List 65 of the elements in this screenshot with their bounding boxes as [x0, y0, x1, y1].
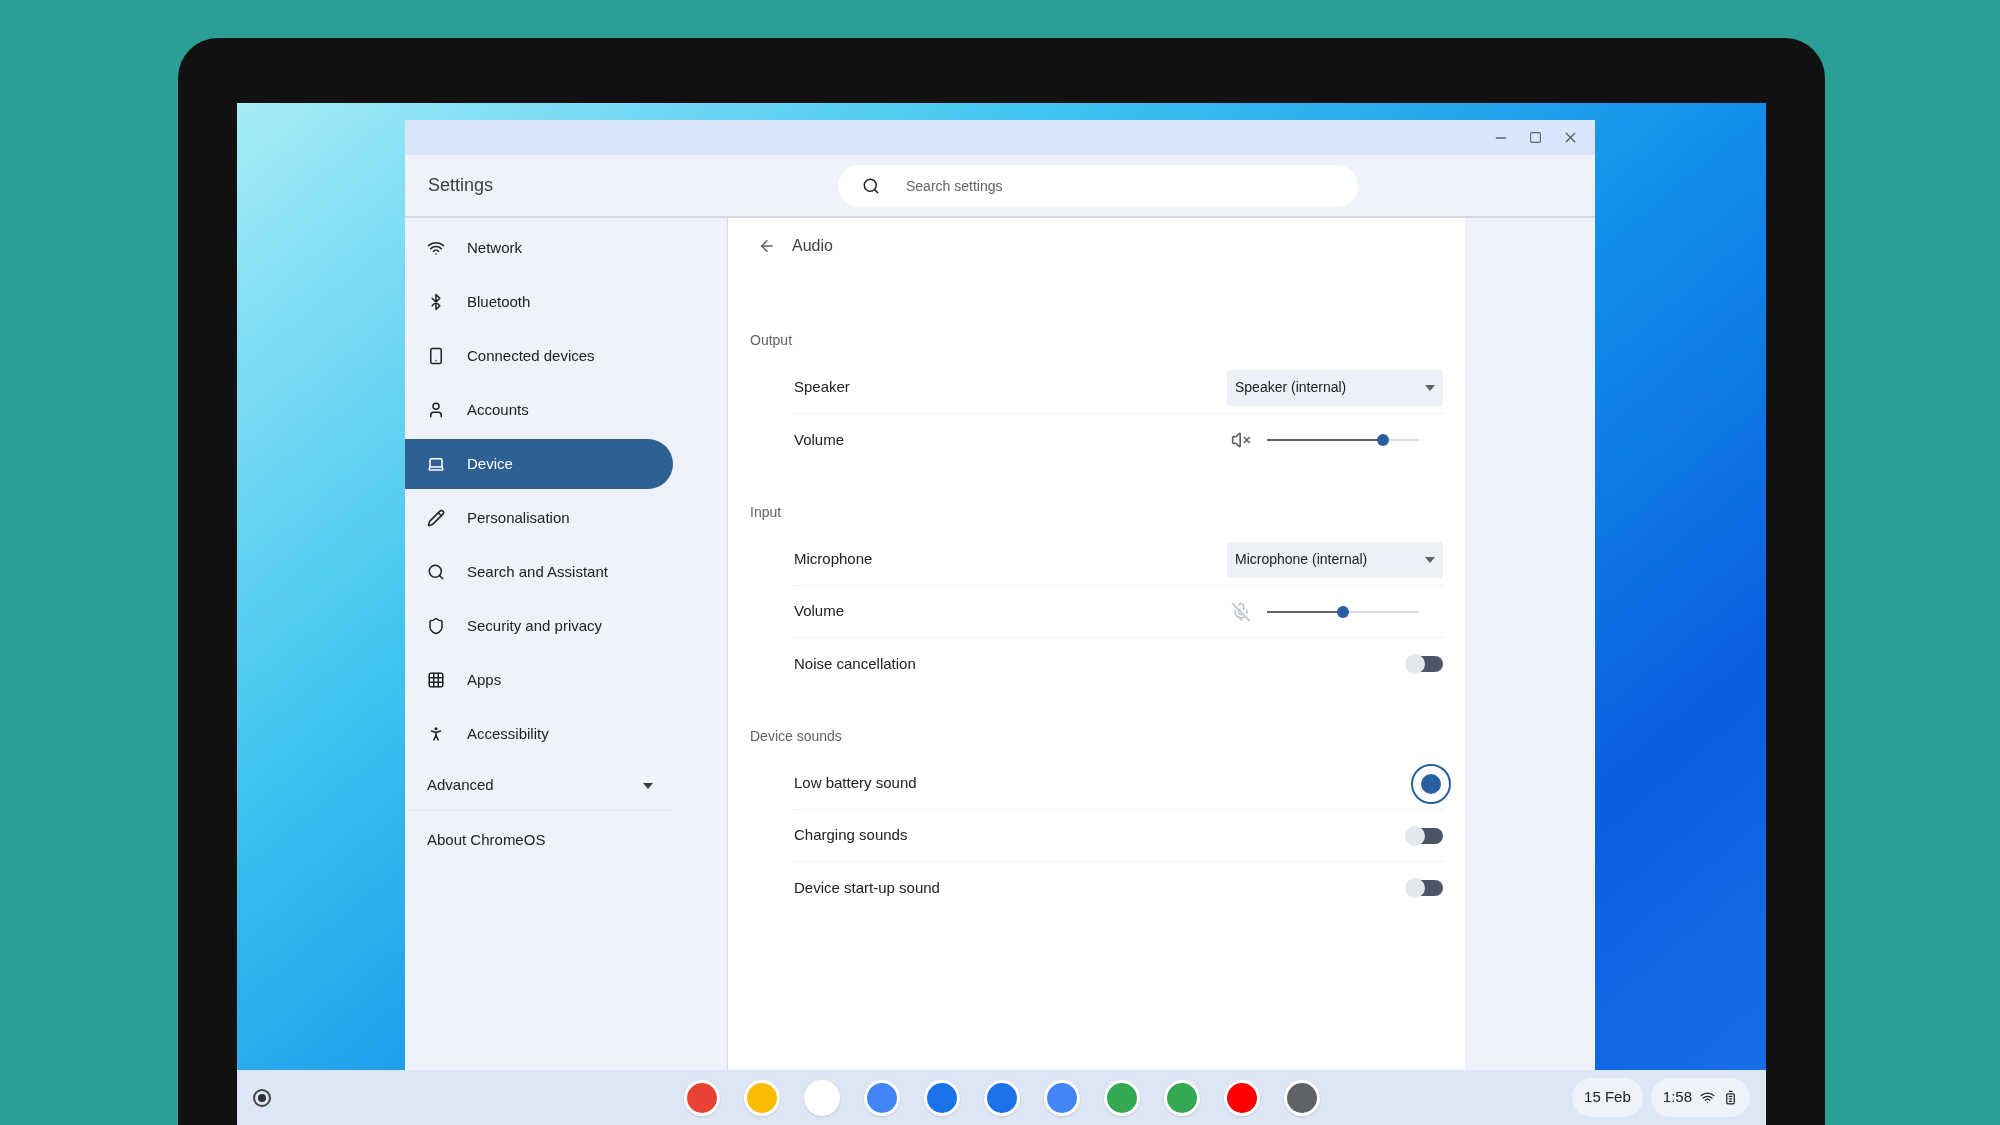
battery-icon — [1723, 1090, 1738, 1105]
section-heading: Input — [750, 502, 782, 522]
clock-time: 1:58 — [1662, 1087, 1692, 1108]
app-icon[interactable] — [1283, 1079, 1320, 1116]
caret-icon — [1425, 384, 1435, 391]
advanced-item[interactable]: Advanced — [405, 761, 673, 811]
caret-icon — [643, 782, 653, 789]
slider-thumb[interactable] — [1376, 434, 1389, 446]
app-icon[interactable] — [1223, 1079, 1260, 1116]
setting-label: Low battery sound — [794, 773, 917, 794]
toggle-switch[interactable] — [1407, 827, 1443, 844]
muted-speaker-icon[interactable] — [1231, 430, 1251, 450]
volume-slider[interactable] — [1267, 433, 1419, 447]
search-field[interactable]: Search settings — [838, 164, 1358, 207]
shield-icon — [427, 617, 445, 635]
maximize-icon[interactable] — [1529, 131, 1542, 144]
setting-label: Device start-up sound — [794, 877, 940, 898]
device-dropdown[interactable]: Speaker (internal) — [1227, 369, 1443, 406]
setting-label: Charging sounds — [794, 825, 908, 846]
grid-icon — [427, 671, 445, 689]
toggle-switch[interactable] — [1411, 763, 1451, 804]
sidebar-item[interactable]: Accounts — [405, 385, 673, 435]
setting-label: Volume — [794, 429, 845, 450]
app-icon[interactable] — [1163, 1079, 1200, 1116]
section-heading: Output — [750, 330, 793, 350]
toggle-switch[interactable] — [1407, 656, 1443, 672]
phone-icon — [427, 347, 445, 365]
sidebar-item[interactable]: Connected devices — [405, 331, 673, 381]
app-icon[interactable] — [863, 1079, 900, 1116]
toggle-switch[interactable] — [1407, 880, 1443, 896]
status-area[interactable]: 1:58 — [1650, 1078, 1750, 1117]
setting-label: Volume — [794, 601, 845, 622]
setting-label: Noise cancellation — [794, 653, 916, 674]
setting-label: Microphone — [794, 549, 873, 570]
sidebar-item[interactable]: Security and privacy — [405, 601, 673, 651]
app-icon[interactable] — [683, 1079, 720, 1116]
app-icon[interactable] — [983, 1079, 1020, 1116]
window-title: Settings — [427, 174, 495, 197]
date-pill[interactable]: 15 Feb — [1572, 1078, 1643, 1117]
volume-slider[interactable] — [1267, 604, 1419, 619]
search-icon — [862, 176, 880, 195]
wifi-icon — [427, 239, 445, 257]
sidebar-item[interactable]: Personalisation — [405, 493, 673, 543]
launcher-icon[interactable] — [253, 1088, 271, 1107]
wifi-icon — [1700, 1090, 1715, 1105]
caret-icon — [1425, 556, 1435, 563]
app-icon[interactable] — [1103, 1079, 1140, 1116]
sidebar-item[interactable]: Network — [405, 223, 673, 273]
sidebar-item[interactable]: Apps — [405, 655, 673, 705]
pencil-icon — [427, 509, 445, 527]
app-icon[interactable] — [923, 1079, 960, 1116]
sidebar-item[interactable]: Search and Assistant — [405, 547, 673, 597]
section-heading: Device sounds — [750, 726, 842, 746]
device-dropdown[interactable]: Microphone (internal) — [1227, 541, 1443, 578]
search-icon — [427, 563, 445, 581]
app-icon[interactable] — [1043, 1079, 1080, 1116]
setting-label: Speaker — [794, 377, 850, 398]
laptop-icon — [427, 455, 445, 473]
sidebar-item[interactable]: Accessibility — [405, 709, 673, 759]
sidebar-item[interactable]: Bluetooth — [405, 277, 673, 327]
sidebar-item[interactable]: Device — [405, 439, 673, 489]
person-icon — [427, 401, 445, 419]
slider-thumb[interactable] — [1337, 605, 1349, 618]
sidebar-item[interactable]: About ChromeOS — [405, 811, 727, 869]
page-title: Audio — [792, 236, 833, 256]
